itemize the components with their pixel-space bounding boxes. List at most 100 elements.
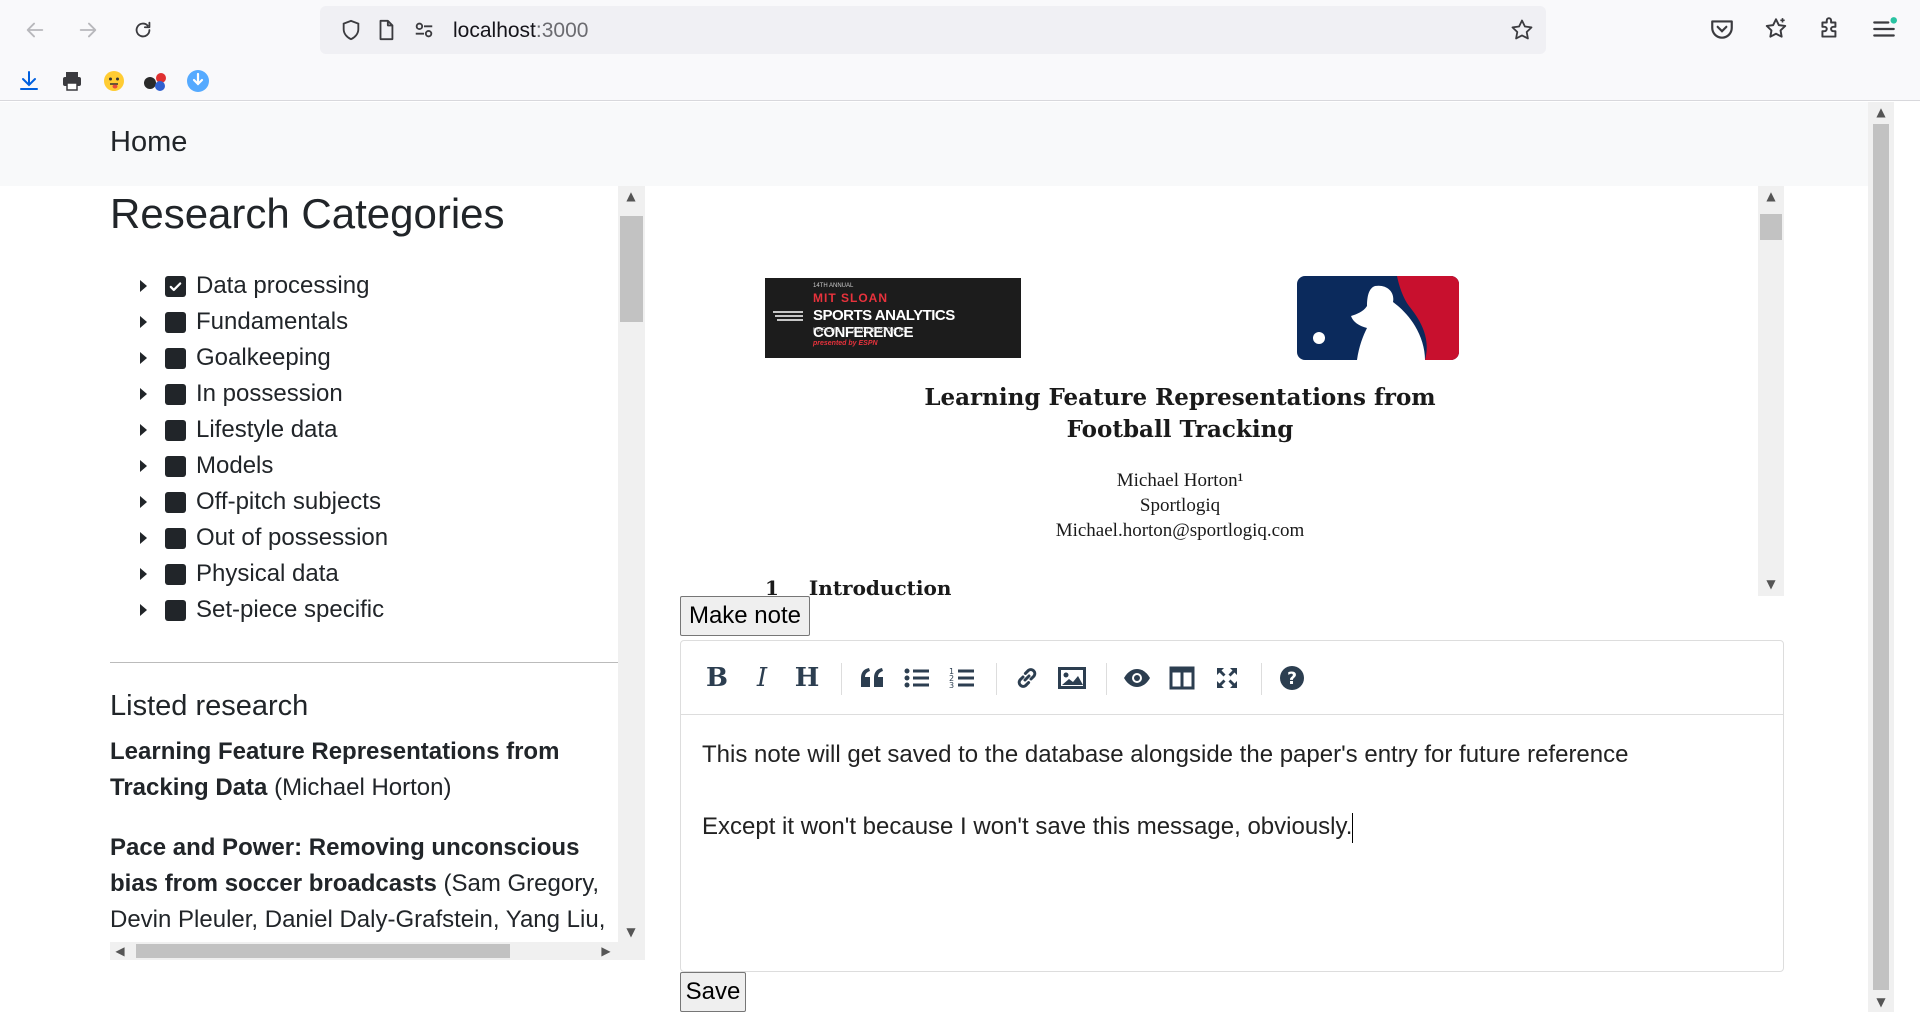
puzzle-icon[interactable] (1817, 16, 1843, 42)
pocket-icon[interactable] (1709, 16, 1735, 42)
sidebar-vertical-scrollbar[interactable]: ▲ ▼ (618, 186, 645, 942)
category-item[interactable]: Off-pitch subjects (110, 484, 610, 520)
scroll-up-arrow-icon[interactable]: ▲ (1763, 188, 1779, 204)
emoji-icon[interactable] (101, 68, 127, 94)
category-checkbox[interactable] (165, 600, 186, 621)
category-checkbox[interactable] (165, 564, 186, 585)
heading-icon[interactable]: H (792, 663, 822, 693)
save-button[interactable]: Save (680, 972, 746, 1012)
scrollbar-thumb[interactable] (1873, 124, 1889, 990)
link-icon[interactable] (1012, 663, 1042, 693)
bold-icon[interactable]: B (702, 663, 732, 693)
category-label[interactable]: Fundamentals (196, 308, 348, 336)
category-checkbox[interactable] (165, 348, 186, 369)
shield-icon[interactable] (340, 19, 362, 41)
side-by-side-icon[interactable] (1167, 663, 1197, 693)
sidebar: Research Categories Data processing Funda… (110, 186, 645, 960)
paper-email: Michael.horton@sportlogiq.com (1055, 520, 1305, 541)
scroll-up-arrow-icon[interactable]: ▲ (1873, 104, 1889, 120)
category-label[interactable]: Off-pitch subjects (196, 488, 381, 516)
help-icon[interactable]: ? (1277, 663, 1307, 693)
category-item[interactable]: Data processing (110, 268, 610, 304)
menu-icon[interactable] (1871, 16, 1897, 42)
sidebar-horizontal-scrollbar[interactable]: ◀ ▶ (110, 942, 645, 960)
fullscreen-icon[interactable] (1212, 663, 1242, 693)
reload-button[interactable] (125, 12, 161, 48)
page-icon[interactable] (375, 19, 397, 41)
category-checkbox[interactable] (165, 312, 186, 333)
editor-line-with-caret: Except it won't because I won't save thi… (702, 809, 1762, 845)
expand-caret-icon[interactable] (140, 532, 147, 544)
ordered-list-icon[interactable]: 123 (947, 663, 977, 693)
pdf-scrollbar[interactable]: ▲ ▼ (1758, 186, 1784, 596)
category-checkbox[interactable] (165, 492, 186, 513)
image-icon[interactable] (1057, 663, 1087, 693)
expand-caret-icon[interactable] (140, 316, 147, 328)
unordered-list-icon[interactable] (902, 663, 932, 693)
print-icon[interactable] (59, 68, 85, 94)
sloan-lines-icon (773, 311, 803, 321)
category-label[interactable]: Physical data (196, 560, 339, 588)
category-checkbox[interactable] (165, 456, 186, 477)
category-label[interactable]: Data processing (196, 272, 369, 300)
category-item[interactable]: In possession (110, 376, 610, 412)
back-button[interactable] (17, 12, 53, 48)
extensions-star-icon[interactable] (1763, 16, 1789, 42)
permissions-icon[interactable] (413, 19, 435, 41)
url-text[interactable]: localhost:3000 (453, 19, 588, 43)
category-item[interactable]: Models (110, 448, 610, 484)
category-label[interactable]: In possession (196, 380, 343, 408)
paper-section-heading: 1 Introduction (765, 576, 951, 596)
scroll-down-arrow-icon[interactable]: ▼ (1763, 576, 1779, 592)
scroll-down-arrow-icon[interactable]: ▼ (1873, 994, 1889, 1010)
expand-caret-icon[interactable] (140, 496, 147, 508)
expand-caret-icon[interactable] (140, 352, 147, 364)
home-link[interactable]: Home (110, 126, 187, 159)
mlb-logo (1297, 276, 1459, 360)
extension-blue-icon[interactable] (185, 68, 211, 94)
category-checkbox[interactable] (165, 528, 186, 549)
scroll-left-arrow-icon[interactable]: ◀ (112, 943, 128, 959)
category-item[interactable]: Physical data (110, 556, 610, 592)
category-checkbox[interactable] (165, 420, 186, 441)
category-checkbox[interactable] (165, 384, 186, 405)
markdown-editor[interactable]: B I H 123 ? This note will get saved to … (680, 640, 1784, 972)
page-vertical-scrollbar[interactable]: ▲ ▼ (1868, 102, 1894, 1012)
category-item[interactable]: Fundamentals (110, 304, 610, 340)
category-item[interactable]: Set-piece specific (110, 592, 610, 628)
expand-caret-icon[interactable] (140, 604, 147, 616)
category-label[interactable]: Out of possession (196, 524, 388, 552)
expand-caret-icon[interactable] (140, 280, 147, 292)
category-item[interactable]: Goalkeeping (110, 340, 610, 376)
scroll-right-arrow-icon[interactable]: ▶ (598, 943, 614, 959)
expand-caret-icon[interactable] (140, 388, 147, 400)
expand-caret-icon[interactable] (140, 424, 147, 436)
editor-text-area[interactable]: This note will get saved to the database… (702, 737, 1762, 845)
url-bar[interactable]: localhost:3000 (320, 6, 1546, 54)
category-label[interactable]: Set-piece specific (196, 596, 384, 624)
bookmark-star-icon[interactable] (1510, 18, 1534, 42)
scroll-down-arrow-icon[interactable]: ▼ (623, 924, 639, 940)
category-label[interactable]: Goalkeeping (196, 344, 331, 372)
research-item[interactable]: Pace and Power: Removing unconscious bia… (110, 830, 618, 960)
category-item[interactable]: Lifestyle data (110, 412, 610, 448)
expand-caret-icon[interactable] (140, 460, 147, 472)
pdf-viewer[interactable]: 14TH ANNUAL MIT SLOAN SPORTS ANALYTICS C… (680, 186, 1784, 596)
category-label[interactable]: Lifestyle data (196, 416, 337, 444)
preview-eye-icon[interactable] (1122, 663, 1152, 693)
scrollbar-thumb[interactable] (1760, 214, 1782, 240)
quote-icon[interactable] (857, 663, 887, 693)
expand-caret-icon[interactable] (140, 568, 147, 580)
scroll-up-arrow-icon[interactable]: ▲ (623, 188, 639, 204)
research-item[interactable]: Learning Feature Representations from Tr… (110, 734, 618, 806)
scrollbar-thumb[interactable] (136, 944, 510, 958)
make-note-button[interactable]: Make note (680, 596, 810, 636)
download-icon[interactable] (16, 68, 42, 94)
category-item[interactable]: Out of possession (110, 520, 610, 556)
scrollbar-thumb[interactable] (620, 216, 643, 322)
category-label[interactable]: Models (196, 452, 273, 480)
italic-icon[interactable]: I (747, 663, 777, 693)
category-checkbox[interactable] (165, 276, 186, 297)
forward-button[interactable] (70, 12, 106, 48)
extension-dots-icon[interactable] (143, 68, 169, 94)
